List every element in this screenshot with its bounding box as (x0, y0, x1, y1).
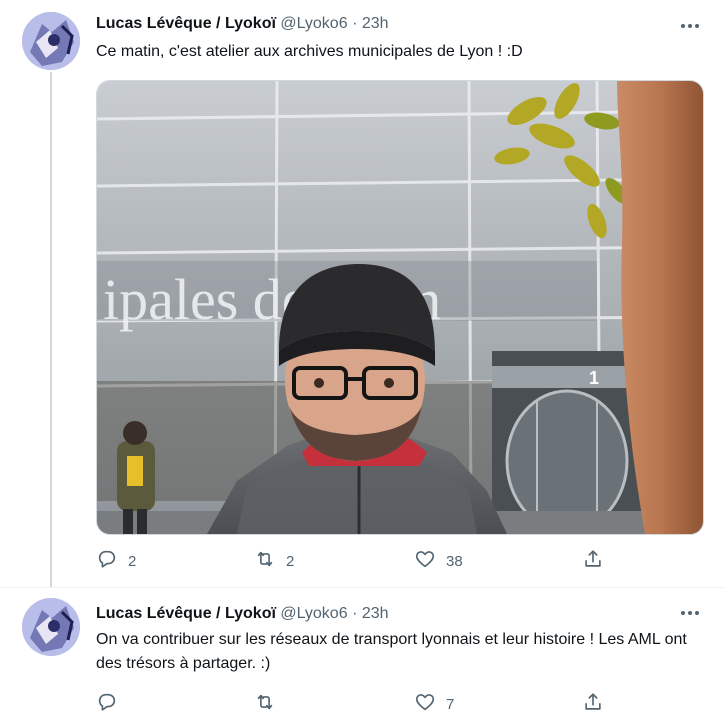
reply-icon (96, 691, 118, 717)
reply-icon (96, 548, 118, 574)
tweet-text: On va contribuer sur les réseaux de tran… (96, 631, 687, 672)
tweet-header: Lucas Lévêque / Lyokoï @Lyoko6 · 23h (96, 605, 389, 623)
like-button[interactable]: 38 (414, 549, 463, 573)
like-count: 7 (446, 695, 455, 713)
share-icon (582, 548, 604, 574)
thread-line (50, 72, 52, 588)
author-name[interactable]: Lucas Lévêque / Lyokoï (96, 605, 276, 622)
separator-dot: · (352, 605, 358, 622)
action-bar: 2 2 38 (96, 549, 616, 573)
retweet-icon (254, 548, 276, 574)
timestamp[interactable]: 23h (362, 605, 389, 622)
tweet-2[interactable]: Lucas Lévêque / Lyokoï @Lyoko6 · 23h On … (0, 588, 724, 727)
author-handle[interactable]: @Lyoko6 (280, 605, 347, 622)
retweet-icon (254, 691, 276, 717)
door-number: 1 (589, 368, 599, 388)
like-icon (414, 548, 436, 574)
reply-count: 2 (128, 552, 137, 570)
more-icon[interactable] (678, 603, 702, 623)
tweet-photo[interactable]: ipales de Lyon 1 (96, 80, 704, 535)
retweet-button[interactable]: 2 (254, 549, 294, 573)
author-name[interactable]: Lucas Lévêque / Lyokoï (96, 15, 276, 32)
like-count: 38 (446, 552, 463, 570)
tweet-1[interactable]: Lucas Lévêque / Lyokoï @Lyoko6 · 23h Ce … (0, 0, 724, 588)
separator-dot: · (352, 15, 358, 32)
retweet-count: 2 (286, 552, 295, 570)
tweet-header: Lucas Lévêque / Lyokoï @Lyoko6 · 23h (96, 15, 389, 33)
avatar[interactable] (22, 598, 80, 656)
avatar[interactable] (22, 12, 80, 70)
retweet-button[interactable] (254, 692, 286, 716)
like-button[interactable]: 7 (414, 692, 454, 716)
reply-button[interactable]: 2 (96, 549, 136, 573)
share-button[interactable] (582, 549, 604, 573)
tweet-text: Ce matin, c'est atelier aux archives mun… (96, 43, 523, 60)
timestamp[interactable]: 23h (362, 15, 389, 32)
author-handle[interactable]: @Lyoko6 (280, 15, 347, 32)
action-bar: 7 (96, 692, 616, 716)
share-icon (582, 691, 604, 717)
share-button[interactable] (582, 692, 604, 716)
like-icon (414, 691, 436, 717)
more-icon[interactable] (678, 16, 702, 36)
reply-button[interactable] (96, 692, 128, 716)
